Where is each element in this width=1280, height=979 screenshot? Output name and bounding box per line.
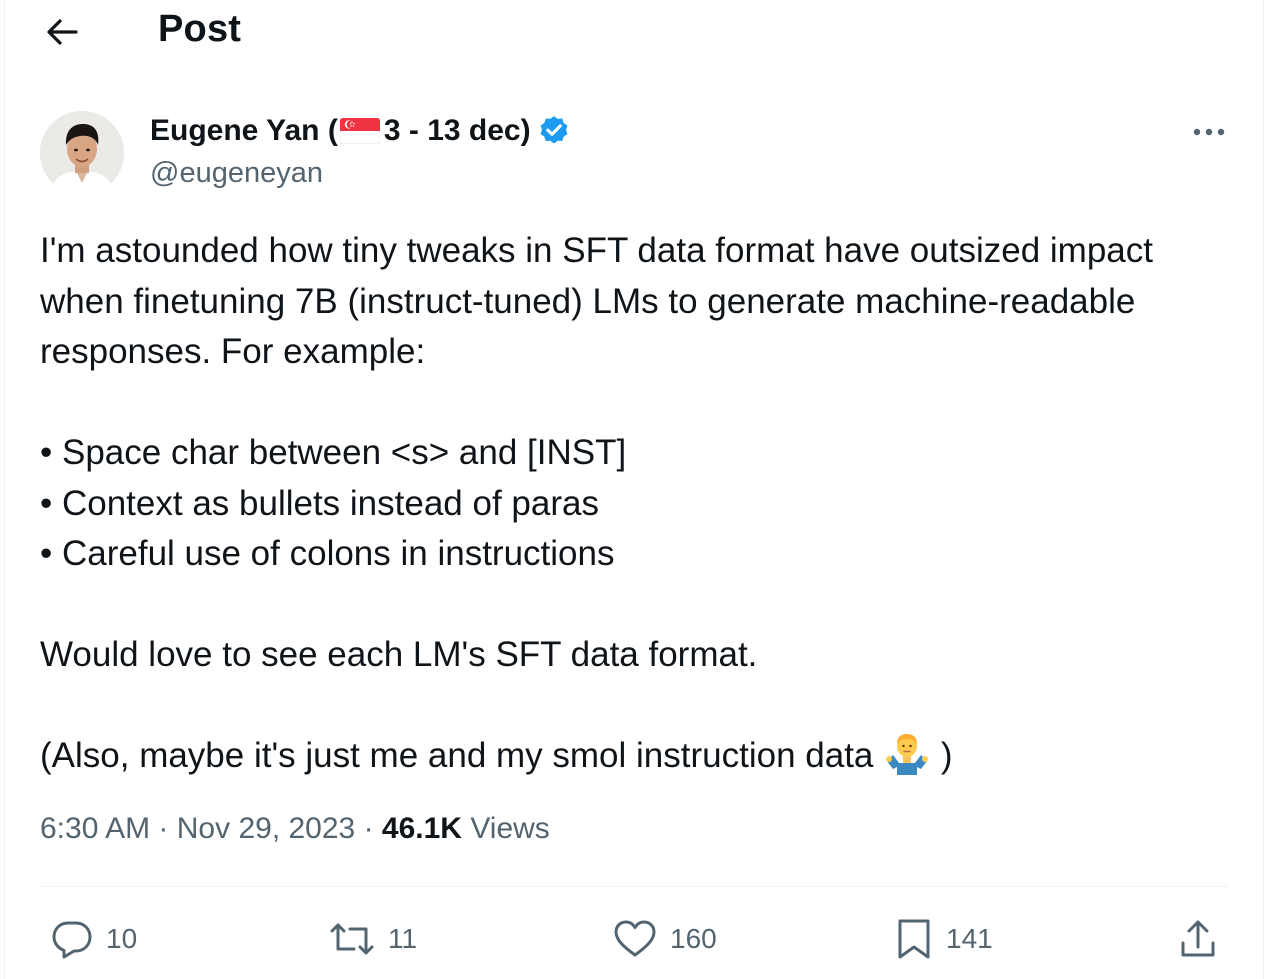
like-button[interactable]: 160 — [612, 914, 717, 964]
repost-count: 11 — [388, 923, 418, 954]
singapore-flag-icon — [339, 118, 380, 144]
man-shrugging-emoji — [886, 734, 929, 775]
bullet-item: • Careful use of colons in instructions — [40, 534, 615, 573]
back-button[interactable] — [38, 10, 86, 54]
meta-separator: · — [363, 812, 374, 845]
like-count: 160 — [670, 923, 717, 954]
bookmark-icon — [898, 919, 930, 959]
post-date[interactable]: Nov 29, 2023 — [177, 812, 355, 845]
more-options-icon — [1193, 128, 1225, 136]
avatar-photo — [40, 111, 124, 195]
verified-badge-icon — [540, 116, 568, 144]
aside-text: (Also, maybe it's just me and my smol in… — [40, 736, 874, 775]
author-name-suffix: 3 - 13 dec) — [383, 114, 531, 147]
post-time[interactable]: 6:30 AM — [40, 812, 150, 845]
reply-button[interactable]: 10 — [50, 914, 137, 964]
reply-icon — [52, 921, 92, 959]
views-count: 46.1K — [381, 812, 462, 845]
post-meta: 6:30 AM · Nov 29, 2023 · 46.1K Views — [40, 812, 550, 846]
reply-count: 10 — [106, 923, 138, 954]
more-options-button[interactable] — [1184, 114, 1234, 150]
author-name-prefix: Eugene Yan ( — [150, 114, 338, 147]
arrow-left-icon — [47, 19, 78, 45]
page-header: Post — [0, 0, 1280, 66]
repost-button[interactable]: 11 — [328, 914, 417, 964]
tweet-line: responses. For example: — [40, 332, 426, 371]
bullet-item: • Space char between <s> and [INST] — [40, 433, 627, 472]
tweet-aside: (Also, maybe it's just me and my smol in… — [40, 731, 1230, 782]
page-title: Post — [158, 8, 242, 50]
share-icon — [1181, 920, 1215, 957]
views-label: Views — [470, 812, 550, 845]
tweet-text: I'm astounded how tiny tweaks in SFT dat… — [40, 226, 1230, 782]
tweet-line: I'm astounded how tiny tweaks in SFT dat… — [40, 231, 1153, 270]
tweet-line: when finetuning 7B (instruct-tuned) LMs … — [40, 281, 1136, 321]
bookmark-button[interactable]: 141 — [894, 914, 993, 964]
heart-icon — [614, 920, 656, 957]
meta-separator: · — [158, 812, 169, 845]
bullet-item: • Context as bullets instead of paras — [40, 483, 599, 523]
repost-icon — [330, 923, 374, 955]
share-button[interactable] — [1178, 914, 1218, 964]
bookmark-count: 141 — [946, 923, 993, 954]
author-handle[interactable]: @eugeneyan — [150, 157, 323, 190]
divider — [40, 886, 1228, 887]
tweet-closing: Would love to see each LM's SFT data for… — [40, 635, 758, 674]
aside-close: ) — [940, 736, 953, 775]
avatar[interactable] — [40, 111, 124, 195]
author-name[interactable]: Eugene Yan ( 3 - 13 dec) — [150, 114, 571, 148]
